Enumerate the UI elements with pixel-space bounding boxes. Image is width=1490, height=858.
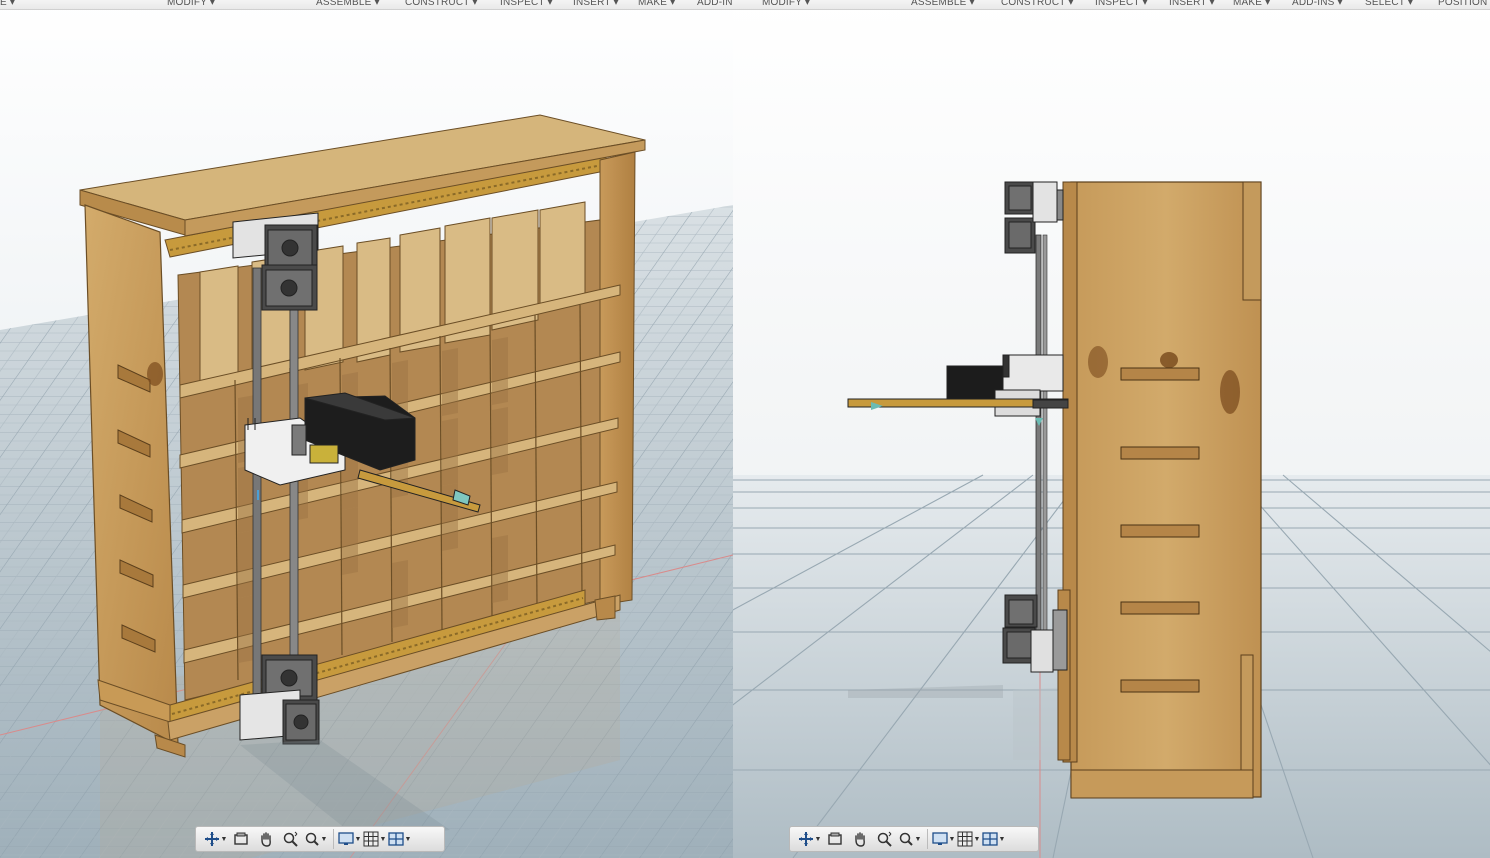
nav-group-view: ▼ ▼	[794, 829, 925, 849]
fit-window-button[interactable]: ▼	[897, 829, 922, 849]
zoom-button[interactable]	[872, 829, 897, 849]
menu-inspect[interactable]: INSPECT ▾	[500, 0, 553, 8]
menu-add-ins[interactable]: ADD-INS ▾	[1292, 0, 1343, 8]
menu-construct[interactable]: CONSTRUCT ▾	[405, 0, 478, 8]
right-toolbar-menubar: MODIFY ▾ ASSEMBLE ▾ CONSTRUCT ▾ INSPECT …	[733, 0, 1490, 10]
chevron-down-icon: ▼	[404, 835, 412, 843]
chevron-down-icon: ▼	[354, 835, 362, 843]
display-settings-icon	[337, 832, 354, 845]
menu-add-ins[interactable]: ADD-IN	[697, 0, 733, 8]
menu-insert[interactable]: INSERT ▾	[573, 0, 619, 8]
pan-hand-icon	[854, 832, 865, 847]
chevron-down-icon: ▼	[379, 835, 387, 843]
pan-button[interactable]	[253, 829, 278, 849]
chevron-down-icon: ▼	[973, 835, 981, 843]
chevron-down-icon: ▼	[998, 835, 1006, 843]
look-at-icon	[827, 832, 842, 845]
look-at-button[interactable]	[228, 829, 253, 849]
viewports-button[interactable]: ▼	[981, 829, 1006, 849]
orbit-icon	[204, 832, 219, 846]
zoom-button[interactable]	[278, 829, 303, 849]
left-3d-model-canvas[interactable]	[0, 0, 733, 858]
right-3d-model-canvas[interactable]	[733, 0, 1490, 858]
menu-construct[interactable]: CONSTRUCT ▾	[1001, 0, 1074, 8]
left-viewport[interactable]: E ▾ MODIFY ▾ ASSEMBLE ▾ CONSTRUCT ▾ INSP…	[0, 0, 733, 858]
menu-insert[interactable]: INSERT ▾	[1169, 0, 1215, 8]
viewports-button[interactable]: ▼	[387, 829, 412, 849]
grid-snaps-button[interactable]: ▼	[956, 829, 981, 849]
look-at-icon	[233, 832, 248, 845]
pan-button[interactable]	[847, 829, 872, 849]
orbit-icon	[798, 832, 813, 846]
fit-window-icon	[899, 832, 913, 846]
menu-position[interactable]: POSITION ▾	[1438, 0, 1490, 8]
chevron-down-icon: ▼	[914, 835, 922, 843]
left-navigation-bar: ▼ ▼ ▼ ▼ ▼	[195, 826, 445, 852]
display-settings-icon	[931, 832, 948, 845]
menu-make[interactable]: MAKE ▾	[638, 0, 675, 8]
nav-group-display: ▼ ▼ ▼	[927, 829, 1009, 849]
cad-workspace: E ▾ MODIFY ▾ ASSEMBLE ▾ CONSTRUCT ▾ INSP…	[0, 0, 1490, 858]
viewports-icon	[981, 832, 998, 846]
viewports-icon	[387, 832, 404, 846]
display-settings-button[interactable]: ▼	[931, 829, 956, 849]
menu-assemble[interactable]: ASSEMBLE ▾	[316, 0, 380, 8]
orbit-button[interactable]: ▼	[797, 829, 822, 849]
menu-inspect[interactable]: INSPECT ▾	[1095, 0, 1148, 8]
fit-window-button[interactable]: ▼	[303, 829, 328, 849]
menu-modify[interactable]: MODIFY ▾	[762, 0, 810, 8]
right-navigation-bar: ▼ ▼ ▼ ▼ ▼	[789, 826, 1039, 852]
chevron-down-icon: ▼	[320, 835, 328, 843]
grid-snaps-icon	[957, 831, 973, 847]
chevron-down-icon: ▼	[814, 835, 822, 843]
chevron-down-icon: ▼	[948, 835, 956, 843]
fit-window-icon	[305, 832, 319, 846]
nav-group-view: ▼ ▼	[200, 829, 331, 849]
grid-snaps-icon	[363, 831, 379, 847]
menu-assemble[interactable]: ASSEMBLE ▾	[911, 0, 975, 8]
look-at-button[interactable]	[822, 829, 847, 849]
left-toolbar-menubar: E ▾ MODIFY ▾ ASSEMBLE ▾ CONSTRUCT ▾ INSP…	[0, 0, 733, 10]
display-settings-button[interactable]: ▼	[337, 829, 362, 849]
pan-hand-icon	[260, 832, 271, 847]
zoom-icon	[283, 831, 298, 847]
chevron-down-icon: ▼	[220, 835, 228, 843]
menu-modify[interactable]: MODIFY ▾	[167, 0, 215, 8]
right-viewport[interactable]: MODIFY ▾ ASSEMBLE ▾ CONSTRUCT ▾ INSPECT …	[733, 0, 1490, 858]
menu-edit[interactable]: E ▾	[0, 0, 15, 8]
grid-snaps-button[interactable]: ▼	[362, 829, 387, 849]
menu-select[interactable]: SELECT ▾	[1365, 0, 1413, 8]
menu-make[interactable]: MAKE ▾	[1233, 0, 1270, 8]
orbit-button[interactable]: ▼	[203, 829, 228, 849]
zoom-icon	[877, 831, 892, 847]
nav-group-display: ▼ ▼ ▼	[333, 829, 415, 849]
